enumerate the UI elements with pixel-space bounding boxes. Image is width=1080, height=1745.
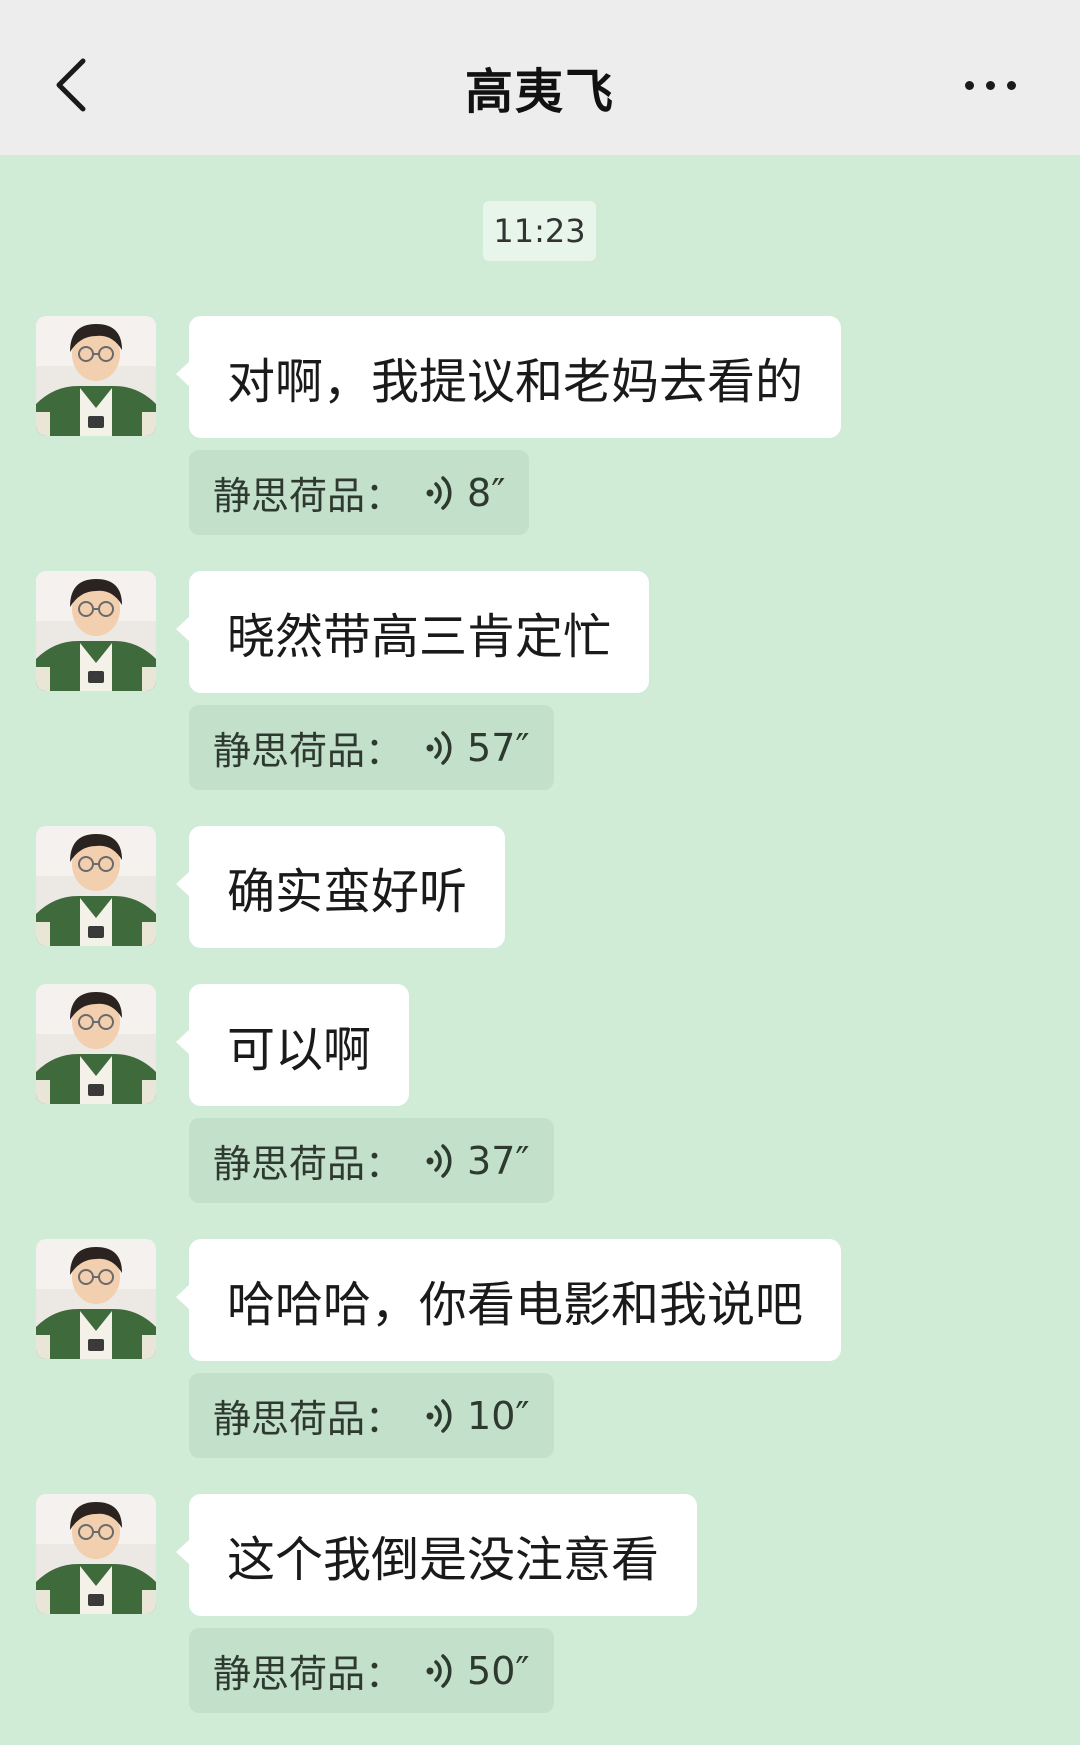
message-bubble[interactable]: 晓然带高三肯定忙 bbox=[175, 571, 650, 693]
message-timestamp: 11:23 bbox=[483, 201, 596, 261]
voice-message[interactable]: 静思荷品： 50″ bbox=[189, 1628, 554, 1713]
contact-avatar[interactable] bbox=[36, 826, 156, 946]
voice-duration: 57″ bbox=[467, 725, 530, 770]
message-text: 可以啊 bbox=[227, 1022, 372, 1078]
voice-sender-label: 静思荷品： bbox=[213, 1652, 404, 1696]
voice-message[interactable]: 静思荷品： 8″ bbox=[189, 450, 530, 535]
voice-message[interactable]: 静思荷品： 10″ bbox=[189, 1373, 554, 1458]
voice-duration: 50″ bbox=[467, 1648, 530, 1693]
message-text: 确实蛮好听 bbox=[227, 864, 468, 920]
contact-avatar[interactable] bbox=[36, 1239, 156, 1359]
message-text: 哈哈哈，你看电影和我说吧 bbox=[227, 1277, 804, 1333]
message-bubble[interactable]: 对啊，我提议和老妈去看的 bbox=[175, 316, 842, 438]
voice-sender-label: 静思荷品： bbox=[213, 1397, 404, 1441]
chat-screen: 高夷飞 11:23 对啊，我提议和老妈去看的 静思荷品： 8″ 晓然带高三肯定忙… bbox=[0, 0, 1080, 1745]
avatar-image bbox=[36, 984, 156, 1104]
voice-message[interactable]: 静思荷品： 57″ bbox=[189, 705, 554, 790]
voice-duration: 37″ bbox=[467, 1138, 530, 1183]
avatar-image bbox=[36, 1239, 156, 1359]
voice-wave-icon bbox=[425, 1652, 455, 1690]
message-text: 这个我倒是没注意看 bbox=[227, 1532, 660, 1588]
more-horizontal-icon bbox=[964, 80, 974, 90]
message-bubble[interactable]: 确实蛮好听 bbox=[175, 826, 506, 948]
contact-avatar[interactable] bbox=[36, 316, 156, 436]
voice-sender-label: 静思荷品： bbox=[213, 729, 404, 773]
message-text: 对啊，我提议和老妈去看的 bbox=[227, 354, 804, 410]
chat-title: 高夷飞 bbox=[464, 64, 615, 120]
voice-wave-icon bbox=[425, 474, 455, 512]
contact-avatar[interactable] bbox=[36, 1494, 156, 1614]
voice-wave-icon bbox=[425, 1142, 455, 1180]
message-text: 晓然带高三肯定忙 bbox=[227, 609, 612, 665]
voice-message[interactable]: 静思荷品： 37″ bbox=[189, 1118, 554, 1203]
avatar-image bbox=[36, 1494, 156, 1614]
avatar-image bbox=[36, 316, 156, 436]
contact-avatar[interactable] bbox=[36, 571, 156, 691]
message-bubble[interactable]: 可以啊 bbox=[175, 984, 410, 1106]
avatar-image bbox=[36, 826, 156, 946]
voice-sender-label: 静思荷品： bbox=[213, 1142, 404, 1186]
voice-wave-icon bbox=[425, 1397, 455, 1435]
chat-header: 高夷飞 bbox=[0, 0, 1080, 155]
voice-duration: 10″ bbox=[467, 1393, 530, 1438]
voice-wave-icon bbox=[425, 729, 455, 767]
message-bubble[interactable]: 哈哈哈，你看电影和我说吧 bbox=[175, 1239, 842, 1361]
contact-avatar[interactable] bbox=[36, 984, 156, 1104]
more-options-button[interactable] bbox=[940, 60, 1040, 110]
voice-sender-label: 静思荷品： bbox=[213, 474, 404, 518]
message-bubble[interactable]: 这个我倒是没注意看 bbox=[175, 1494, 698, 1616]
avatar-image bbox=[36, 571, 156, 691]
voice-duration: 8″ bbox=[467, 470, 506, 515]
